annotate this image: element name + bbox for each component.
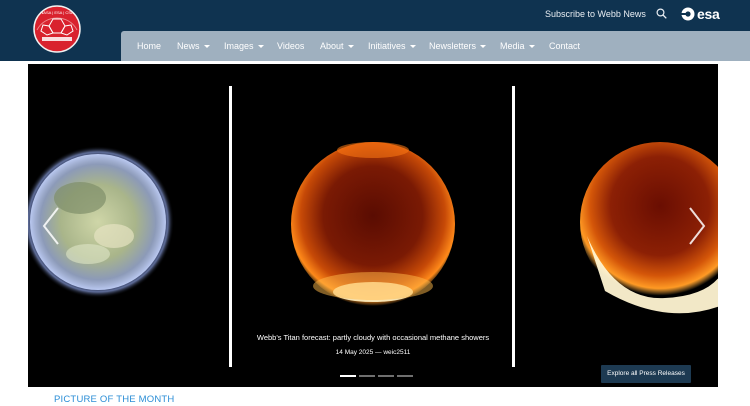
caret-down-icon <box>257 45 264 49</box>
nav-item-media[interactable]: Media <box>500 31 535 61</box>
slide-caption-title[interactable]: Webb's Titan forecast: partly cloudy wit… <box>232 333 514 343</box>
nav-item-home[interactable]: Home <box>137 31 161 61</box>
nav-item-newsletters[interactable]: Newsletters <box>429 31 487 61</box>
webb-logo[interactable]: NASA | ESA | CSA <box>31 4 83 54</box>
carousel-indicator-2[interactable] <box>359 375 375 377</box>
nav-item-images[interactable]: Images <box>224 31 264 61</box>
nav-item-initiatives[interactable]: Initiatives <box>368 31 416 61</box>
caret-down-icon <box>409 45 416 49</box>
main-navigation: Home News Images Videos About Initiative… <box>121 31 750 61</box>
subscribe-link[interactable]: Subscribe to Webb News <box>545 8 646 20</box>
titan-infrared-image <box>291 142 455 306</box>
site-header: NASA | ESA | CSA Subscribe to Webb News … <box>0 0 750 61</box>
carousel-slide-titan-infrared[interactable] <box>232 86 512 367</box>
nav-item-videos[interactable]: Videos <box>277 31 304 61</box>
webb-logo-icon: NASA | ESA | CSA <box>33 5 81 53</box>
slide-caption-meta: 14 May 2025 — weic2511 <box>335 349 411 356</box>
svg-text:NASA | ESA | CSA: NASA | ESA | CSA <box>40 10 74 15</box>
nav-item-about[interactable]: About <box>320 31 354 61</box>
explore-press-releases-button[interactable]: Explore all Press Releases <box>601 365 691 383</box>
chevron-left-icon[interactable] <box>40 205 62 247</box>
esa-logo[interactable]: esa <box>681 5 720 23</box>
caret-down-icon <box>480 45 487 49</box>
nav-item-news[interactable]: News <box>177 31 210 61</box>
picture-of-the-month-heading[interactable]: PICTURE OF THE MONTH <box>54 394 174 406</box>
search-icon[interactable] <box>656 8 667 19</box>
esa-wordmark: esa <box>697 6 720 22</box>
nav-item-contact[interactable]: Contact <box>549 31 580 61</box>
carousel-indicator-4[interactable] <box>397 375 413 377</box>
chevron-right-icon[interactable] <box>686 205 708 247</box>
carousel-indicator-1[interactable] <box>340 375 356 377</box>
caret-down-icon <box>203 45 210 49</box>
caret-down-icon <box>347 45 354 49</box>
carousel-indicator-3[interactable] <box>378 375 394 377</box>
caret-down-icon <box>528 45 535 49</box>
esa-mark-icon <box>681 7 695 21</box>
